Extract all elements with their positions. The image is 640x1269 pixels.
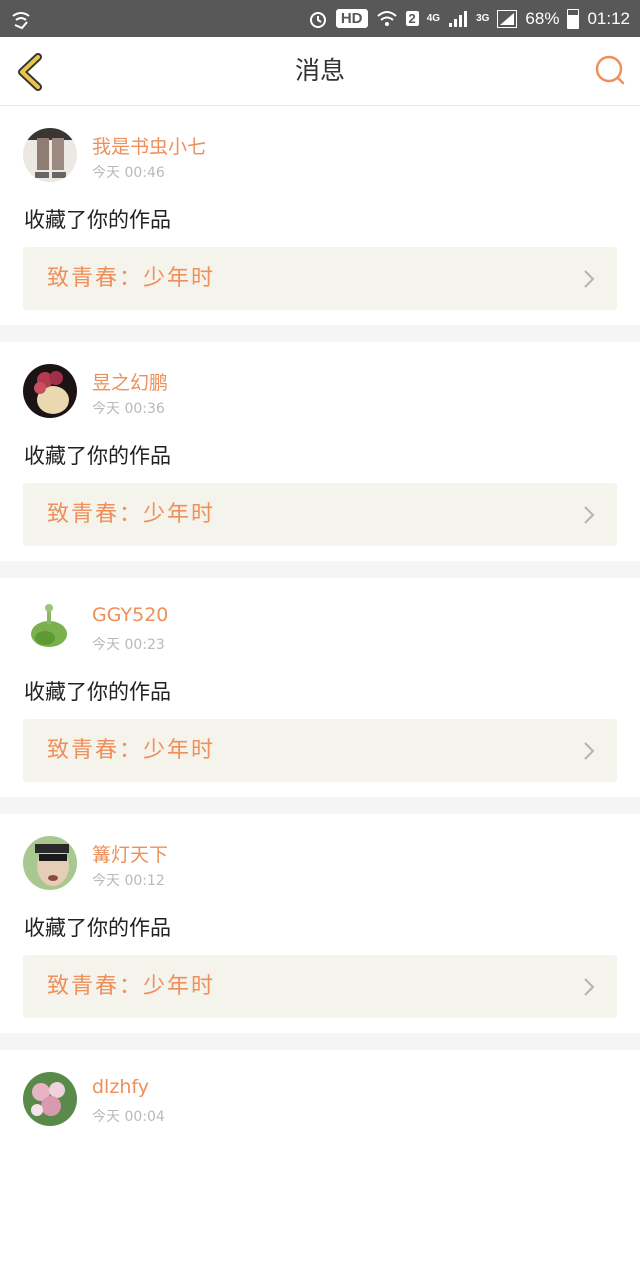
action-text: 收藏了你的作品 <box>24 208 171 232</box>
work-title: 致青春：少年时 <box>47 974 216 999</box>
action-text: 收藏了你的作品 <box>24 680 171 704</box>
search-button[interactable] <box>594 54 626 86</box>
avatar[interactable] <box>23 836 77 890</box>
work-title: 致青春：少年时 <box>47 502 216 527</box>
message-card: dlzhfy 今天 00:04 <box>0 1050 640 1269</box>
avatar[interactable] <box>23 364 77 418</box>
notification-icon <box>12 11 30 29</box>
username[interactable]: 篝灯天下 <box>92 840 168 867</box>
chevron-right-icon <box>584 270 595 288</box>
timestamp: 今天 00:12 <box>92 873 165 889</box>
message-card: 昱之幻鹏 今天 00:36 收藏了你的作品 致青春：少年时 <box>0 342 640 561</box>
sim-badge: 2 <box>405 11 419 26</box>
avatar[interactable] <box>23 1072 77 1126</box>
message-card: 篝灯天下 今天 00:12 收藏了你的作品 致青春：少年时 <box>0 814 640 1033</box>
work-link[interactable]: 致青春：少年时 <box>23 483 617 546</box>
alarm-icon <box>309 11 326 28</box>
status-bar: HD 2 4G 3G 68% 01:12 <box>0 0 640 37</box>
work-title: 致青春：少年时 <box>47 266 216 291</box>
work-link[interactable]: 致青春：少年时 <box>23 719 617 782</box>
avatar[interactable] <box>23 128 77 182</box>
battery-percent: 68% <box>525 8 560 28</box>
network-4g-label: 4G <box>426 13 441 24</box>
divider <box>0 1033 640 1050</box>
username[interactable]: GGY520 <box>92 604 168 626</box>
timestamp: 今天 00:46 <box>92 165 165 181</box>
work-title: 致青春：少年时 <box>47 738 216 763</box>
clock: 01:12 <box>587 8 630 28</box>
message-card: 我是书虫小七 今天 00:46 收藏了你的作品 致青春：少年时 <box>0 106 640 325</box>
username[interactable]: 昱之幻鹏 <box>92 368 168 395</box>
timestamp: 今天 00:04 <box>92 1109 165 1125</box>
chevron-right-icon <box>584 506 595 524</box>
username[interactable]: 我是书虫小七 <box>92 132 206 159</box>
work-link[interactable]: 致青春：少年时 <box>23 247 617 310</box>
username[interactable]: dlzhfy <box>92 1076 149 1098</box>
work-link[interactable]: 致青春：少年时 <box>23 955 617 1018</box>
network-3g-label: 3G <box>476 13 490 24</box>
battery-icon <box>567 8 580 29</box>
action-text: 收藏了你的作品 <box>24 916 171 940</box>
search-icon <box>595 55 625 85</box>
hd-badge: HD <box>335 9 368 28</box>
signal-icon-2 <box>497 9 518 28</box>
chevron-right-icon <box>584 978 595 996</box>
chevron-right-icon <box>584 742 595 760</box>
page-title: 消息 <box>294 56 345 85</box>
divider <box>0 325 640 342</box>
wifi-icon <box>376 10 397 26</box>
nav-header: 消息 <box>0 37 640 106</box>
timestamp: 今天 00:36 <box>92 401 165 417</box>
signal-icon <box>449 10 468 27</box>
divider <box>0 797 640 814</box>
avatar[interactable] <box>23 600 77 654</box>
action-text: 收藏了你的作品 <box>24 444 171 468</box>
message-card: GGY520 今天 00:23 收藏了你的作品 致青春：少年时 <box>0 578 640 797</box>
message-list: 我是书虫小七 今天 00:46 收藏了你的作品 致青春：少年时 昱之幻鹏 今天 … <box>0 106 640 1269</box>
divider <box>0 561 640 578</box>
timestamp: 今天 00:23 <box>92 637 165 653</box>
